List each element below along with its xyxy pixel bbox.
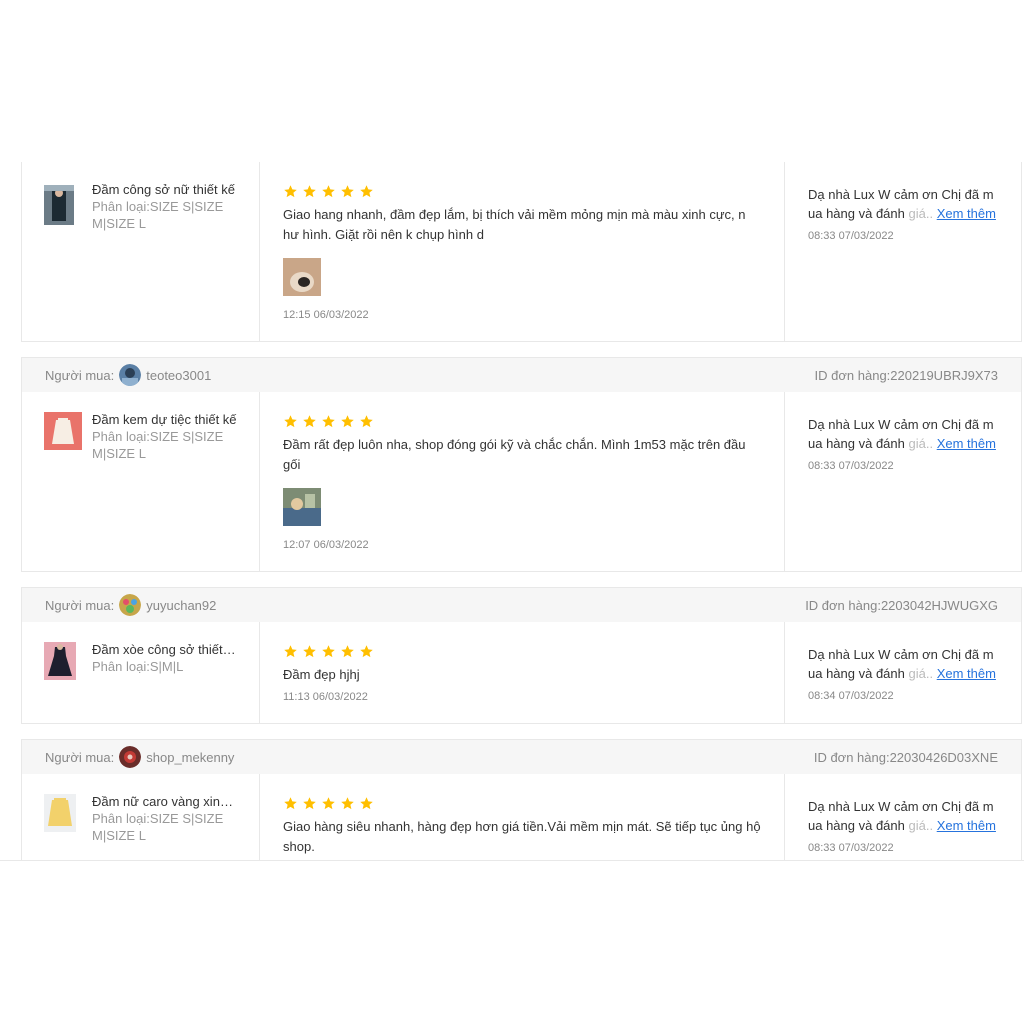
seller-reply: Dạ nhà Lux W cảm ơn Chị đã m ua hàng và … <box>808 799 996 833</box>
review-list: Đầm công sở nữ thiết kế Phân loại:SIZE S… <box>21 162 1022 860</box>
see-more-link[interactable]: Xem thêm <box>937 206 996 221</box>
buyer-label: Người mua: <box>45 749 115 765</box>
buyer-info: Người mua: teoteo3001 <box>45 364 211 386</box>
buyer-label: Người mua: <box>45 597 115 613</box>
reply-cell: Dạ nhà Lux W cảm ơn Chị đã m ua hàng và … <box>785 162 1021 341</box>
reply-time: 08:33 07/03/2022 <box>808 230 894 242</box>
product-cell: Đầm công sở nữ thiết kế Phân loại:SIZE S… <box>22 162 260 341</box>
see-more-link[interactable]: Xem thêm <box>937 436 996 451</box>
rating-stars <box>283 642 762 660</box>
product-variant: Phân loại:SIZE S|SIZE M|SIZE L <box>92 199 224 231</box>
review-card: Người mua: teoteo3001 ID đơn hàng:220219… <box>21 357 1022 572</box>
card-header: Người mua: yuyuchan92 ID đơn hàng:220304… <box>22 588 1021 622</box>
product-name[interactable]: Đầm kem dự tiệc thiết kế <box>92 412 237 428</box>
product-cell: Đầm kem dự tiệc thiết kế Phân loại:SIZE … <box>22 392 260 571</box>
review-time: 12:07 06/03/2022 <box>283 539 369 551</box>
review-cell: Đầm rất đẹp luôn nha, shop đóng gói kỹ v… <box>260 392 785 571</box>
star-icon <box>284 644 297 657</box>
star-icon <box>322 414 335 427</box>
buyer-avatar[interactable] <box>119 746 142 768</box>
seller-reply: Dạ nhà Lux W cảm ơn Chị đã m ua hàng và … <box>808 417 996 451</box>
reply-time: 08:33 07/03/2022 <box>808 842 894 854</box>
reviews-viewport[interactable]: Đầm công sở nữ thiết kế Phân loại:SIZE S… <box>0 162 1024 861</box>
product-cell: Đầm xòe công sở thiết kế Phân loại:S|M|L <box>22 622 260 723</box>
product-cell: Đầm nữ caro vàng xinh xắn Phân loại:SIZE… <box>22 774 260 860</box>
see-more-link[interactable]: Xem thêm <box>937 818 996 833</box>
review-time: 12:15 06/03/2022 <box>283 309 369 321</box>
buyer-avatar[interactable] <box>119 594 142 616</box>
review-card: Người mua: yuyuchan92 ID đơn hàng:220304… <box>21 587 1022 724</box>
star-icon <box>303 644 316 657</box>
buyer-name[interactable]: yuyuchan92 <box>146 598 216 613</box>
card-header: Người mua: shop_mekenny ID đơn hàng:2203… <box>22 740 1021 774</box>
review-cell: Đầm đẹp hjhj 11:13 06/03/2022 <box>260 622 785 723</box>
product-name[interactable]: Đầm xòe công sở thiết kế <box>92 642 237 658</box>
see-more-link[interactable]: Xem thêm <box>937 666 996 681</box>
star-icon <box>360 414 373 427</box>
product-thumbnail[interactable] <box>44 412 82 450</box>
product-variant: Phân loại:S|M|L <box>92 659 184 674</box>
star-icon <box>360 644 373 657</box>
star-icon <box>322 184 335 197</box>
card-header: Người mua: teoteo3001 ID đơn hàng:220219… <box>22 358 1021 392</box>
star-icon <box>322 644 335 657</box>
star-icon <box>322 796 335 809</box>
reply-time: 08:33 07/03/2022 <box>808 460 894 472</box>
buyer-avatar[interactable] <box>119 364 142 386</box>
star-icon <box>341 414 354 427</box>
star-icon <box>303 414 316 427</box>
review-cell: Giao hang nhanh, đầm đẹp lắm, bị thích v… <box>260 162 785 341</box>
order-id: ID đơn hàng:22030426D03XNE <box>813 749 998 765</box>
product-variant: Phân loại:SIZE S|SIZE M|SIZE L <box>92 811 224 843</box>
seller-reply: Dạ nhà Lux W cảm ơn Chị đã m ua hàng và … <box>808 187 996 221</box>
review-photo[interactable] <box>283 258 321 296</box>
product-name[interactable]: Đầm nữ caro vàng xinh xắn <box>92 794 237 810</box>
review-card: Đầm công sở nữ thiết kế Phân loại:SIZE S… <box>21 162 1022 342</box>
reply-time: 08:34 07/03/2022 <box>808 690 894 702</box>
order-id: ID đơn hàng:220219UBRJ9X73 <box>814 367 998 383</box>
star-icon <box>341 796 354 809</box>
star-icon <box>360 184 373 197</box>
review-photo[interactable] <box>283 488 321 526</box>
product-variant: Phân loại:SIZE S|SIZE M|SIZE L <box>92 429 224 461</box>
product-thumbnail[interactable] <box>44 642 76 680</box>
rating-stars <box>283 794 762 812</box>
product-name[interactable]: Đầm công sở nữ thiết kế <box>92 182 237 198</box>
star-icon <box>284 414 297 427</box>
star-icon <box>341 644 354 657</box>
reply-cell: Dạ nhà Lux W cảm ơn Chị đã m ua hàng và … <box>785 392 1021 571</box>
buyer-name[interactable]: shop_mekenny <box>146 750 234 765</box>
product-thumbnail[interactable] <box>44 794 76 832</box>
star-icon <box>284 184 297 197</box>
review-cell: Giao hàng siêu nhanh, hàng đẹp hơn giá t… <box>260 774 785 860</box>
reply-cell: Dạ nhà Lux W cảm ơn Chị đã m ua hàng và … <box>785 622 1021 723</box>
star-icon <box>284 796 297 809</box>
review-text: Giao hàng siêu nhanh, hàng đẹp hơn giá t… <box>283 819 761 854</box>
buyer-label: Người mua: <box>45 367 115 383</box>
buyer-name[interactable]: teoteo3001 <box>146 368 211 383</box>
rating-stars <box>283 182 762 200</box>
product-thumbnail[interactable] <box>44 185 74 225</box>
star-icon <box>303 184 316 197</box>
rating-stars <box>283 412 762 430</box>
review-text: Giao hang nhanh, đầm đẹp lắm, bị thích v… <box>283 207 746 242</box>
review-text: Đầm rất đẹp luôn nha, shop đóng gói kỹ v… <box>283 437 746 472</box>
star-icon <box>360 796 373 809</box>
reply-cell: Dạ nhà Lux W cảm ơn Chị đã m ua hàng và … <box>785 774 1021 860</box>
review-card: Người mua: shop_mekenny ID đơn hàng:2203… <box>21 739 1022 860</box>
review-text: Đầm đẹp hjhj <box>283 667 360 682</box>
star-icon <box>303 796 316 809</box>
order-id: ID đơn hàng:2203042HJWUGXG <box>805 597 998 613</box>
star-icon <box>341 184 354 197</box>
buyer-info: Người mua: shop_mekenny <box>45 746 234 768</box>
seller-reply: Dạ nhà Lux W cảm ơn Chị đã m ua hàng và … <box>808 647 996 681</box>
buyer-info: Người mua: yuyuchan92 <box>45 594 216 616</box>
review-time: 11:13 06/03/2022 <box>283 691 368 703</box>
